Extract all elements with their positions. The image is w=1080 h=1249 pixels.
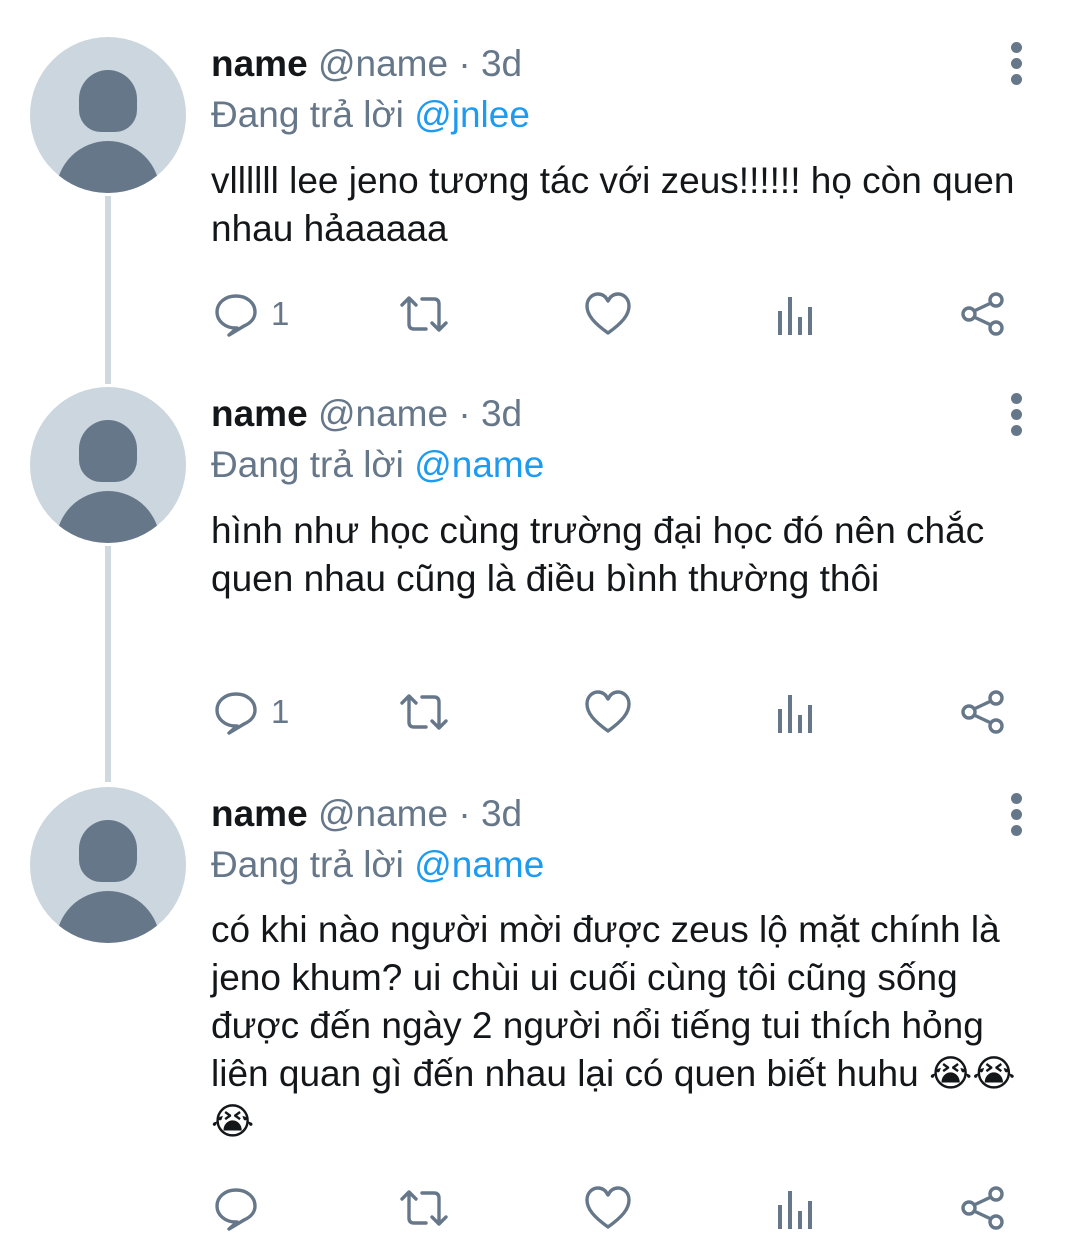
mention-link[interactable]: @name <box>414 444 544 485</box>
timestamp[interactable]: 3d <box>481 793 522 834</box>
stats-button[interactable] <box>776 1180 816 1236</box>
heart-icon <box>585 1186 631 1229</box>
retweet-icon <box>400 694 448 730</box>
thread-connector <box>105 546 111 782</box>
like-button[interactable] <box>584 684 632 740</box>
reply-button[interactable] <box>213 1180 271 1236</box>
handle[interactable]: @name <box>318 43 448 84</box>
reply-prefix: Đang trả lời <box>211 94 404 135</box>
share-icon <box>961 292 1004 336</box>
tweet-header: name @name · 3d <box>211 40 522 88</box>
reply-prefix: Đang trả lời <box>211 444 404 485</box>
action-bar: 1 <box>0 286 1080 342</box>
handle[interactable]: @name <box>318 393 448 434</box>
share-button[interactable] <box>960 684 1006 740</box>
handle[interactable]: @name <box>318 793 448 834</box>
reply-button[interactable]: 1 <box>213 286 289 342</box>
tweet-header: name @name · 3d <box>211 790 522 838</box>
separator: · <box>458 43 471 84</box>
share-button[interactable] <box>960 286 1006 342</box>
retweet-button[interactable] <box>398 286 450 342</box>
avatar[interactable] <box>30 37 186 193</box>
speech-bubble-icon <box>215 692 257 735</box>
reply-prefix: Đang trả lời <box>211 844 404 885</box>
share-button[interactable] <box>960 1180 1006 1236</box>
display-name[interactable]: name <box>211 43 308 84</box>
action-bar <box>0 1180 1080 1236</box>
bar-chart-icon <box>778 1191 812 1229</box>
reply-count: 1 <box>271 295 290 332</box>
display-name[interactable]: name <box>211 793 308 834</box>
replying-to: Đang trả lời @name <box>211 441 544 489</box>
replying-to: Đang trả lời @name <box>211 841 544 889</box>
action-bar: 1 <box>0 684 1080 740</box>
heart-icon <box>585 292 631 335</box>
stats-button[interactable] <box>776 684 816 740</box>
stats-button[interactable] <box>776 286 816 342</box>
like-button[interactable] <box>584 1180 632 1236</box>
speech-bubble-icon <box>215 1188 257 1231</box>
tweet-text-body: có khi nào người mời được zeus lộ mặt ch… <box>211 909 1000 1094</box>
retweet-icon <box>400 1190 448 1226</box>
mention-link[interactable]: @jnlee <box>414 94 530 135</box>
timestamp[interactable]: 3d <box>481 43 522 84</box>
avatar[interactable] <box>30 787 186 943</box>
bar-chart-icon <box>778 695 812 733</box>
tweet-text: hình như học cùng trường đại học đó nên … <box>211 510 985 599</box>
mention-link[interactable]: @name <box>414 844 544 885</box>
like-button[interactable] <box>584 286 632 342</box>
speech-bubble-icon <box>215 294 257 337</box>
timestamp[interactable]: 3d <box>481 393 522 434</box>
retweet-icon <box>400 296 448 332</box>
retweet-button[interactable] <box>398 1180 450 1236</box>
tweet-header: name @name · 3d <box>211 390 522 438</box>
share-icon <box>961 1186 1004 1230</box>
reply-button[interactable]: 1 <box>213 684 289 740</box>
share-icon <box>961 690 1004 734</box>
avatar[interactable] <box>30 387 186 543</box>
tweet-text: có khi nào người mời được zeus lộ mặt ch… <box>211 906 1031 1146</box>
vertical-dots-icon[interactable] <box>1006 42 1028 86</box>
bar-chart-icon <box>778 297 812 335</box>
reply-count: 1 <box>271 693 290 730</box>
separator: · <box>458 393 471 434</box>
replying-to: Đang trả lời @jnlee <box>211 91 530 139</box>
display-name[interactable]: name <box>211 393 308 434</box>
separator: · <box>458 793 471 834</box>
vertical-dots-icon[interactable] <box>1006 393 1028 437</box>
vertical-dots-icon[interactable] <box>1006 793 1028 837</box>
retweet-button[interactable] <box>398 684 450 740</box>
tweet-text: vllllll lee jeno tương tác với zeus!!!!!… <box>211 160 1015 249</box>
heart-icon <box>585 690 631 733</box>
